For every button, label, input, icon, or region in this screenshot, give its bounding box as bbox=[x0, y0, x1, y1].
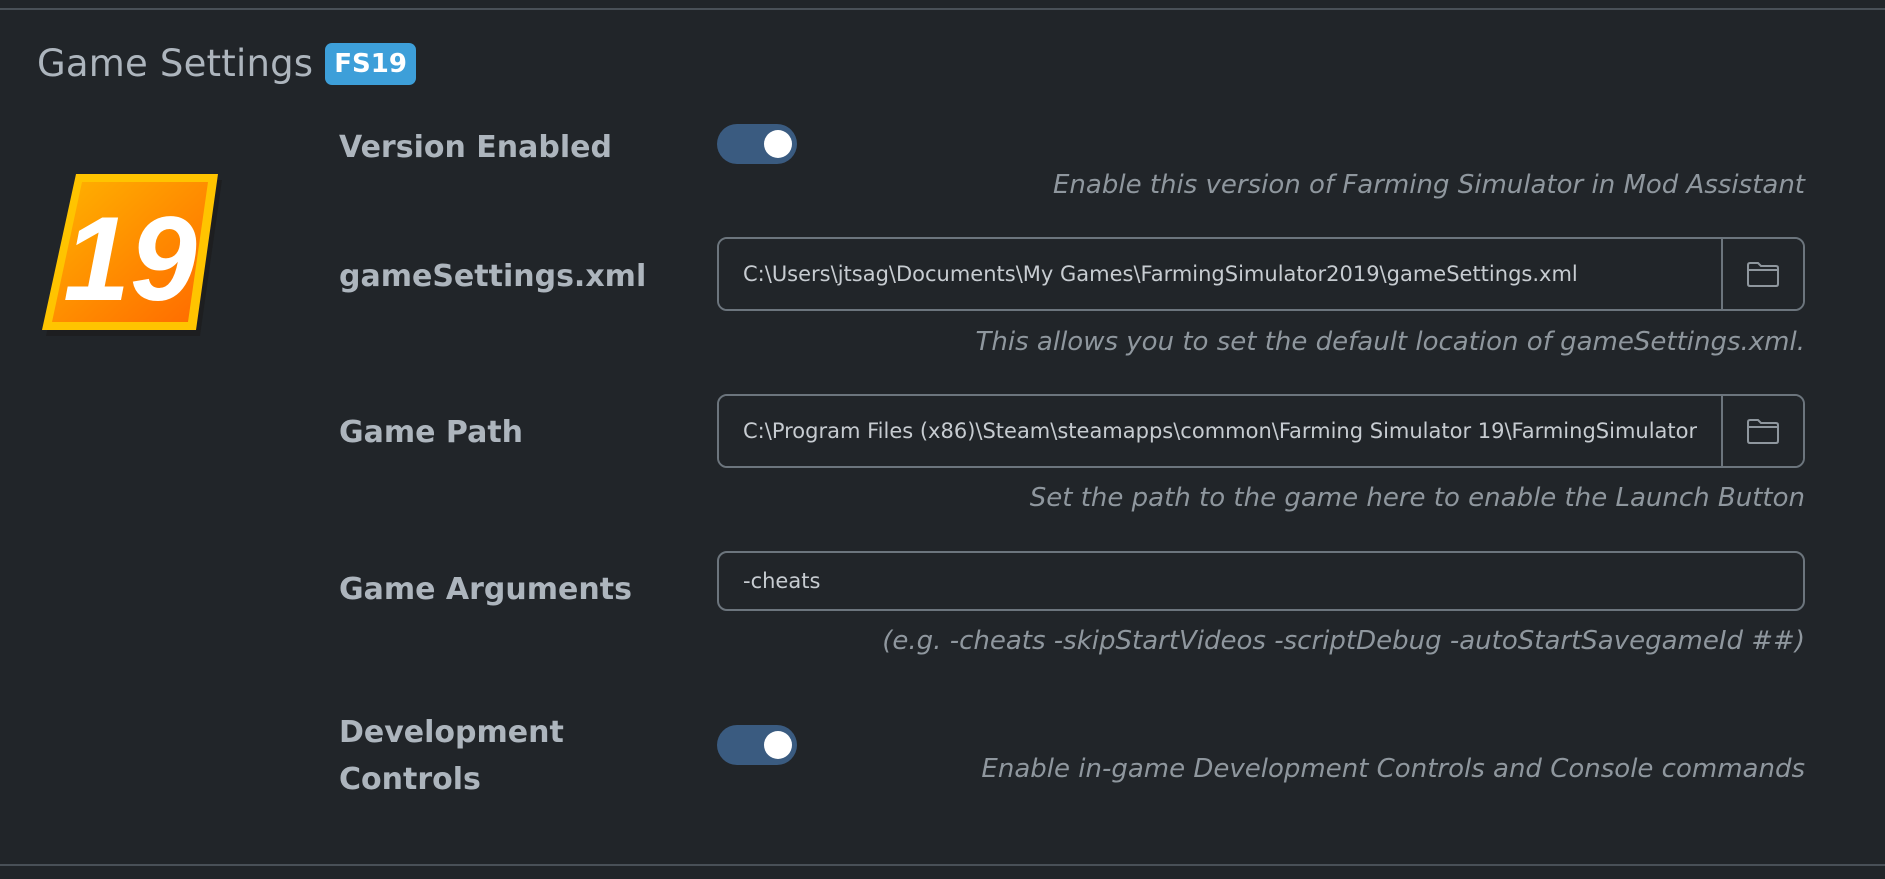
version-enabled-help: Enable this version of Farming Simulator… bbox=[1053, 170, 1805, 200]
version-badge: FS19 bbox=[325, 42, 416, 85]
fs19-logo-icon: 19 bbox=[42, 174, 222, 336]
game-path-label: Game Path bbox=[339, 415, 524, 450]
folder-icon bbox=[1747, 262, 1779, 287]
folder-icon bbox=[1747, 419, 1779, 444]
game-path-help: Set the path to the game here to enable … bbox=[1029, 483, 1805, 513]
game-arguments-label: Game Arguments bbox=[339, 572, 632, 607]
game-settings-xml-label: gameSettings.xml bbox=[339, 259, 647, 294]
game-settings-xml-help: This allows you to set the default locat… bbox=[975, 327, 1805, 357]
game-path-input[interactable] bbox=[719, 396, 1721, 466]
page-title: Game Settings bbox=[37, 42, 314, 85]
game-arguments-help: (e.g. -cheats -skipStartVideos -scriptDe… bbox=[882, 626, 1805, 656]
section-header: Game Settings FS19 bbox=[37, 42, 416, 85]
top-divider bbox=[0, 8, 1885, 10]
game-arguments-input[interactable] bbox=[717, 551, 1805, 611]
dev-controls-label-line2: Controls bbox=[339, 762, 481, 797]
bottom-divider bbox=[0, 864, 1885, 866]
version-enabled-label: Version Enabled bbox=[339, 130, 612, 165]
game-path-browse-button[interactable] bbox=[1721, 396, 1803, 466]
toggle-knob bbox=[764, 731, 792, 759]
game-path-input-group bbox=[717, 394, 1805, 468]
logo-text: 19 bbox=[63, 192, 197, 326]
game-settings-xml-input-group bbox=[717, 237, 1805, 311]
dev-controls-label: Development Controls bbox=[339, 709, 564, 803]
dev-controls-help: Enable in-game Development Controls and … bbox=[981, 754, 1805, 784]
game-settings-xml-input[interactable] bbox=[719, 239, 1721, 309]
game-settings-xml-browse-button[interactable] bbox=[1721, 239, 1803, 309]
dev-controls-toggle[interactable] bbox=[717, 725, 797, 765]
version-enabled-toggle[interactable] bbox=[717, 124, 797, 164]
dev-controls-label-line1: Development bbox=[339, 715, 564, 750]
toggle-knob bbox=[764, 130, 792, 158]
